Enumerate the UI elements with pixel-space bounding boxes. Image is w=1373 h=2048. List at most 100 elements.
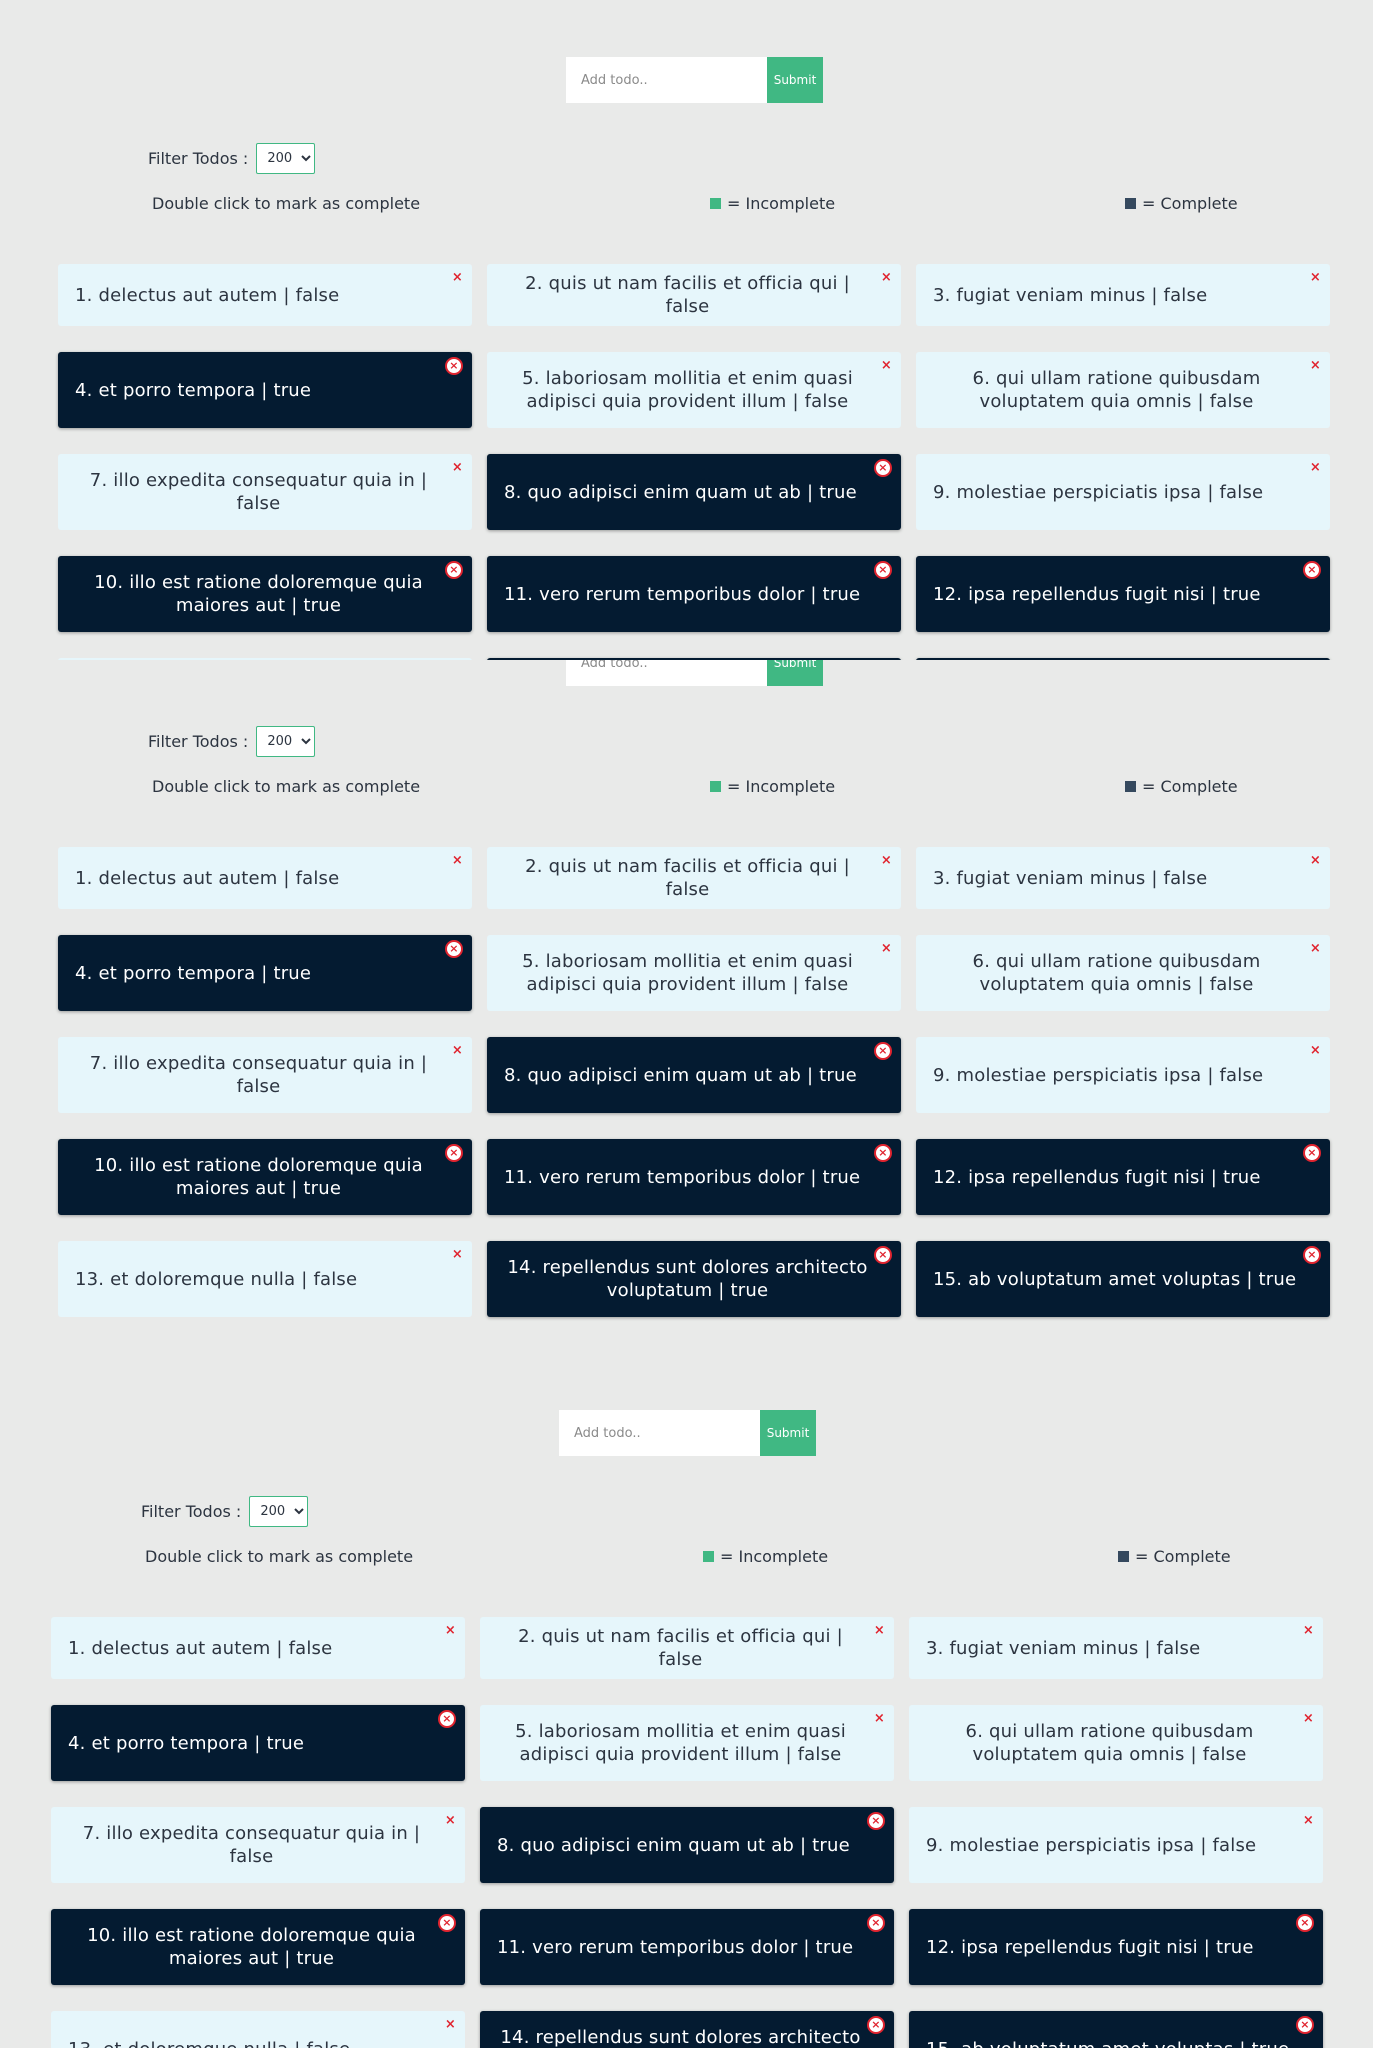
delete-icon[interactable]: × xyxy=(1310,854,1321,867)
todo-text: 10. illo est ratione doloremque quia mai… xyxy=(87,1925,416,1969)
delete-icon[interactable]: × xyxy=(874,1712,885,1725)
delete-icon[interactable]: × xyxy=(1303,1144,1321,1162)
filter-select[interactable]: 200 xyxy=(256,726,316,757)
delete-icon[interactable]: × xyxy=(874,459,892,477)
todo-item[interactable]: 5. laboriosam mollitia et enim quasi adi… xyxy=(480,1705,894,1781)
delete-icon[interactable]: × xyxy=(1296,1914,1314,1932)
delete-icon[interactable]: × xyxy=(874,1042,892,1060)
todo-item[interactable]: 8. quo adipisci enim quam ut ab | true × xyxy=(487,1037,901,1113)
delete-icon[interactable]: × xyxy=(452,854,463,867)
delete-icon[interactable]: × xyxy=(874,1624,885,1637)
todo-item[interactable]: 13. et doloremque nulla | false × xyxy=(58,1241,472,1317)
todo-text: 12. ipsa repellendus fugit nisi | true xyxy=(933,1166,1261,1188)
todo-item[interactable]: 6. qui ullam ratione quibusdam voluptate… xyxy=(916,352,1330,428)
delete-icon[interactable]: × xyxy=(445,1144,463,1162)
delete-icon[interactable]: × xyxy=(445,1814,456,1827)
todo-item[interactable]: 3. fugiat veniam minus | false × xyxy=(916,264,1330,326)
delete-icon[interactable]: × xyxy=(867,1812,885,1830)
todo-item[interactable]: 15. ab voluptatum amet voluptas | true × xyxy=(909,2011,1323,2048)
submit-button[interactable]: Submit xyxy=(767,57,823,103)
delete-icon[interactable]: × xyxy=(1296,2016,1314,2034)
delete-icon[interactable]: × xyxy=(867,1914,885,1932)
delete-icon[interactable]: × xyxy=(1310,359,1321,372)
todo-item[interactable]: 2. quis ut nam facilis et officia qui | … xyxy=(487,264,901,326)
todo-item[interactable]: 8. quo adipisci enim quam ut ab | true × xyxy=(487,454,901,530)
todo-item[interactable]: 7. illo expedita consequatur quia in | f… xyxy=(58,1037,472,1113)
todo-item[interactable]: 11. vero rerum temporibus dolor | true × xyxy=(487,1139,901,1215)
todo-item[interactable]: 13. et doloremque nulla | false × xyxy=(51,2011,465,2048)
todo-item[interactable]: 14. repellendus sunt dolores architecto … xyxy=(487,1241,901,1317)
filter-select[interactable]: 200 xyxy=(256,143,316,174)
submit-button[interactable]: Submit xyxy=(767,660,823,686)
todo-item[interactable]: 2. quis ut nam facilis et officia qui | … xyxy=(487,847,901,909)
todo-item[interactable]: 14. repellendus sunt dolores architecto … xyxy=(480,2011,894,2048)
todo-item[interactable]: 15. ab voluptatum amet voluptas | true × xyxy=(916,1241,1330,1317)
todo-item[interactable]: 12. ipsa repellendus fugit nisi | true × xyxy=(909,1909,1323,1985)
delete-icon[interactable]: × xyxy=(881,359,892,372)
delete-icon[interactable]: × xyxy=(452,1248,463,1261)
todo-item[interactable]: 6. qui ullam ratione quibusdam voluptate… xyxy=(916,935,1330,1011)
delete-icon[interactable]: × xyxy=(1303,1624,1314,1637)
add-todo-input[interactable] xyxy=(566,57,767,103)
todo-text: 3. fugiat veniam minus | false xyxy=(933,284,1208,306)
delete-icon[interactable]: × xyxy=(874,1246,892,1264)
delete-icon[interactable]: × xyxy=(874,1144,892,1162)
delete-icon[interactable]: × xyxy=(881,854,892,867)
delete-icon[interactable]: × xyxy=(867,2016,885,2034)
todo-item[interactable]: 1. delectus aut autem | false × xyxy=(58,847,472,909)
todo-item[interactable]: 12. ipsa repellendus fugit nisi | true × xyxy=(916,1139,1330,1215)
todo-item[interactable]: 3. fugiat veniam minus | false × xyxy=(916,847,1330,909)
delete-icon[interactable]: × xyxy=(438,1710,456,1728)
delete-icon[interactable]: × xyxy=(1303,1814,1314,1827)
todo-item[interactable]: 9. molestiae perspiciatis ipsa | false × xyxy=(909,1807,1323,1883)
delete-icon[interactable]: × xyxy=(445,561,463,579)
todo-item[interactable]: 11. vero rerum temporibus dolor | true × xyxy=(487,556,901,632)
todo-item[interactable]: 10. illo est ratione doloremque quia mai… xyxy=(58,1139,472,1215)
todo-item[interactable]: 9. molestiae perspiciatis ipsa | false × xyxy=(916,454,1330,530)
todo-item[interactable]: 12. ipsa repellendus fugit nisi | true × xyxy=(916,556,1330,632)
todo-item[interactable]: 4. et porro tempora | true × xyxy=(51,1705,465,1781)
todo-text: 3. fugiat veniam minus | false xyxy=(933,867,1208,889)
legend-incomplete-label: = Incomplete xyxy=(727,777,836,796)
delete-icon[interactable]: × xyxy=(1303,1712,1314,1725)
add-todo-input[interactable] xyxy=(566,660,767,686)
todo-item[interactable]: 1. delectus aut autem | false × xyxy=(51,1617,465,1679)
todo-item[interactable]: 7. illo expedita consequatur quia in | f… xyxy=(51,1807,465,1883)
delete-icon[interactable]: × xyxy=(881,271,892,284)
delete-icon[interactable]: × xyxy=(1303,561,1321,579)
delete-icon[interactable]: × xyxy=(1310,461,1321,474)
delete-icon[interactable]: × xyxy=(445,2018,456,2031)
delete-icon[interactable]: × xyxy=(452,271,463,284)
todo-text: 1. delectus aut autem | false xyxy=(68,1637,333,1659)
delete-icon[interactable]: × xyxy=(452,461,463,474)
todo-item[interactable]: 3. fugiat veniam minus | false × xyxy=(909,1617,1323,1679)
delete-icon[interactable]: × xyxy=(438,1914,456,1932)
todo-item[interactable]: 9. molestiae perspiciatis ipsa | false × xyxy=(916,1037,1330,1113)
todo-item[interactable]: 4. et porro tempora | true × xyxy=(58,935,472,1011)
delete-icon[interactable]: × xyxy=(1310,271,1321,284)
delete-icon[interactable]: × xyxy=(1310,942,1321,955)
filter-select[interactable]: 200 xyxy=(249,1496,309,1527)
delete-icon[interactable]: × xyxy=(445,357,463,375)
delete-icon[interactable]: × xyxy=(874,561,892,579)
todo-item[interactable]: 5. laboriosam mollitia et enim quasi adi… xyxy=(487,935,901,1011)
todo-item[interactable]: 8. quo adipisci enim quam ut ab | true × xyxy=(480,1807,894,1883)
todo-item[interactable]: 10. illo est ratione doloremque quia mai… xyxy=(58,556,472,632)
delete-icon[interactable]: × xyxy=(445,1624,456,1637)
todo-item[interactable]: 2. quis ut nam facilis et officia qui | … xyxy=(480,1617,894,1679)
delete-icon[interactable]: × xyxy=(881,942,892,955)
todo-item[interactable]: 6. qui ullam ratione quibusdam voluptate… xyxy=(909,1705,1323,1781)
delete-icon[interactable]: × xyxy=(1303,1246,1321,1264)
todo-item[interactable]: 1. delectus aut autem | false × xyxy=(58,264,472,326)
todo-item[interactable]: 5. laboriosam mollitia et enim quasi adi… xyxy=(487,352,901,428)
todo-item[interactable]: 10. illo est ratione doloremque quia mai… xyxy=(51,1909,465,1985)
todo-item[interactable]: 7. illo expedita consequatur quia in | f… xyxy=(58,454,472,530)
add-todo-input[interactable] xyxy=(559,1410,760,1456)
legend-incomplete: = Incomplete xyxy=(710,777,835,796)
delete-icon[interactable]: × xyxy=(445,940,463,958)
todo-item[interactable]: 11. vero rerum temporibus dolor | true × xyxy=(480,1909,894,1985)
submit-button[interactable]: Submit xyxy=(760,1410,816,1456)
todo-item[interactable]: 4. et porro tempora | true × xyxy=(58,352,472,428)
delete-icon[interactable]: × xyxy=(1310,1044,1321,1057)
delete-icon[interactable]: × xyxy=(452,1044,463,1057)
